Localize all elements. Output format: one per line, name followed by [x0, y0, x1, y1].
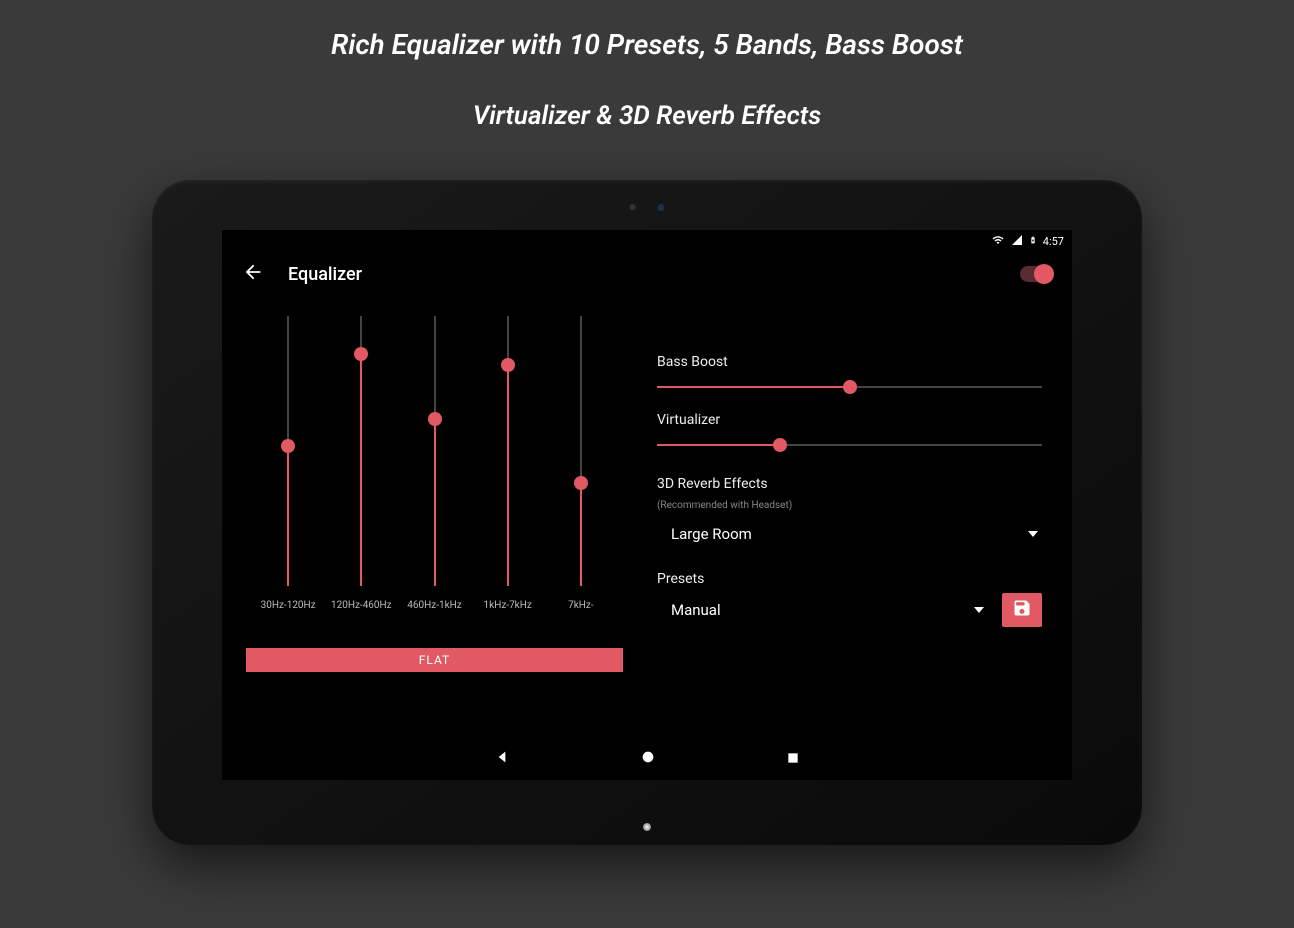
android-navbar — [222, 738, 1072, 780]
eq-band-label: 460Hz-1kHz — [407, 600, 462, 611]
page-title: Equalizer — [288, 264, 362, 285]
reverb-title: 3D Reverb Effects — [657, 476, 1042, 492]
app-bar: Equalizer — [222, 252, 1072, 296]
chevron-down-icon — [974, 607, 984, 613]
back-arrow-icon[interactable] — [242, 261, 264, 287]
wifi-icon — [991, 234, 1005, 249]
nav-home-icon[interactable] — [640, 749, 656, 769]
save-preset-button[interactable] — [1002, 593, 1042, 627]
eq-band-2[interactable]: 460Hz-1kHz — [402, 316, 466, 636]
promo-headline-1: Rich Equalizer with 10 Presets, 5 Bands,… — [0, 28, 1294, 61]
eq-band-label: 120Hz-460Hz — [331, 600, 392, 611]
presets-value: Manual — [671, 601, 721, 619]
save-icon — [1012, 598, 1032, 622]
battery-icon — [1029, 233, 1037, 250]
virtualizer-slider[interactable] — [657, 434, 1042, 456]
device-screen: 4:57 Equalizer 30Hz-120Hz 120Hz-460Hz 460H… — [222, 230, 1072, 780]
equalizer-bands-panel: 30Hz-120Hz 120Hz-460Hz 460Hz-1kHz 1kHz-7kHz… — [222, 316, 647, 738]
eq-band-label: 7kHz- — [568, 600, 594, 611]
nav-recent-icon[interactable] — [786, 750, 800, 769]
bass-boost-slider[interactable] — [657, 376, 1042, 398]
reverb-value: Large Room — [671, 525, 752, 543]
tablet-mockup: 4:57 Equalizer 30Hz-120Hz 120Hz-460Hz 460H… — [152, 180, 1142, 845]
eq-band-0[interactable]: 30Hz-120Hz — [256, 316, 320, 636]
chevron-down-icon — [1028, 531, 1038, 537]
reverb-subtitle: (Recommended with Headset) — [657, 500, 1042, 511]
presets-title: Presets — [657, 571, 1042, 587]
promo-headline-2: Virtualizer & 3D Reverb Effects — [0, 101, 1294, 131]
eq-band-label: 30Hz-120Hz — [261, 600, 316, 611]
flat-button[interactable]: FLAT — [246, 648, 623, 672]
eq-band-4[interactable]: 7kHz- — [549, 316, 613, 636]
reverb-dropdown[interactable]: Large Room — [657, 517, 1042, 551]
eq-band-1[interactable]: 120Hz-460Hz — [329, 316, 393, 636]
nav-back-icon[interactable] — [494, 749, 510, 769]
presets-dropdown[interactable]: Manual — [657, 593, 988, 627]
eq-band-label: 1kHz-7kHz — [484, 600, 532, 611]
controls-panel: Bass Boost Virtualizer 3D Reverb Effects… — [647, 316, 1072, 738]
status-bar: 4:57 — [222, 230, 1072, 252]
equalizer-toggle[interactable] — [1020, 266, 1052, 282]
eq-band-3[interactable]: 1kHz-7kHz — [476, 316, 540, 636]
signal-icon — [1011, 234, 1023, 249]
virtualizer-label: Virtualizer — [657, 412, 1042, 428]
status-time: 4:57 — [1043, 235, 1064, 248]
bass-boost-label: Bass Boost — [657, 354, 1042, 370]
